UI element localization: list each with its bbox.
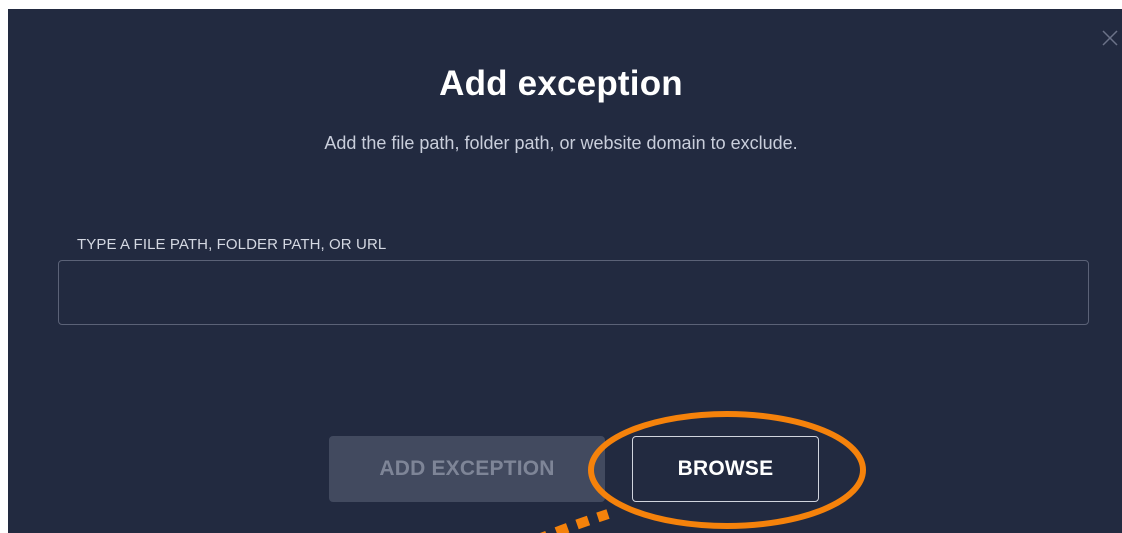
- close-icon-glyph: [1102, 30, 1118, 46]
- dialog-subtitle: Add the file path, folder path, or websi…: [324, 133, 798, 153]
- path-input[interactable]: [58, 260, 1089, 325]
- path-field-label: TYPE A FILE PATH, FOLDER PATH, OR URL: [77, 236, 387, 253]
- screenshot-canvas: Add exception Add the file path, folder …: [0, 0, 1122, 533]
- browse-button[interactable]: BROWSE: [632, 436, 819, 502]
- add-exception-button[interactable]: ADD EXCEPTION: [329, 436, 605, 502]
- dialog-title: Add exception: [439, 64, 683, 103]
- close-icon[interactable]: [1100, 28, 1120, 48]
